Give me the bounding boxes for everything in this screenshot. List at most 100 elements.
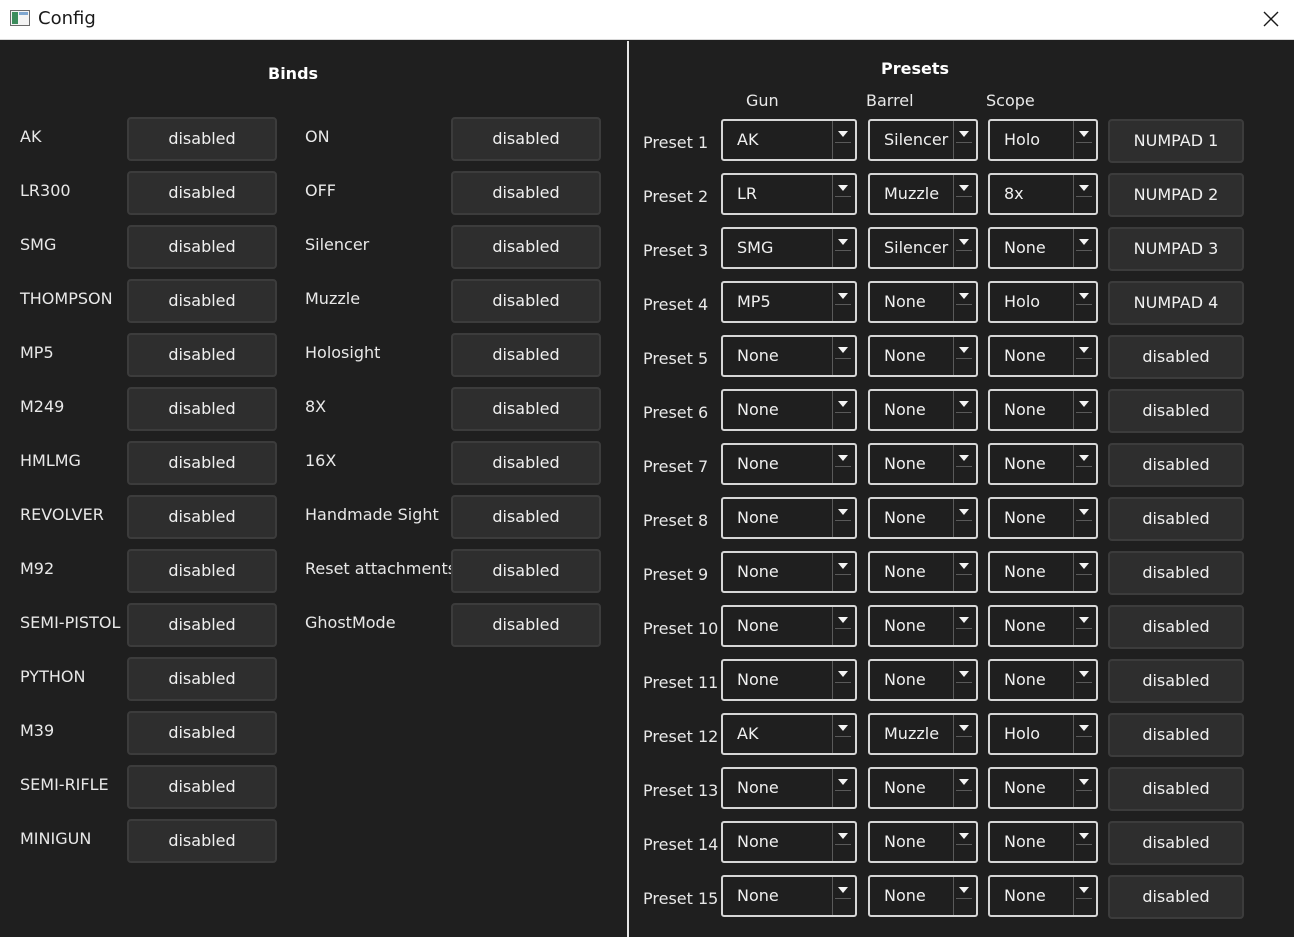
bind-button[interactable]: disabled (451, 117, 601, 161)
scope-dropdown[interactable]: None (988, 227, 1098, 269)
gun-dropdown[interactable]: None (721, 659, 857, 701)
scope-dropdown[interactable]: None (988, 605, 1098, 647)
barrel-dropdown[interactable]: None (868, 443, 978, 485)
scope-dropdown[interactable]: Holo (988, 119, 1098, 161)
bind-button[interactable]: disabled (451, 225, 601, 269)
bind-button[interactable]: disabled (127, 387, 277, 431)
scope-dropdown[interactable]: Holo (988, 281, 1098, 323)
bind-button[interactable]: disabled (451, 171, 601, 215)
barrel-dropdown[interactable]: None (868, 875, 978, 917)
bind-button[interactable]: disabled (127, 117, 277, 161)
dropdown-value: None (884, 508, 926, 527)
gun-dropdown[interactable]: None (721, 605, 857, 647)
gun-dropdown[interactable]: None (721, 443, 857, 485)
barrel-dropdown[interactable]: None (868, 767, 978, 809)
bind-button[interactable]: disabled (127, 279, 277, 323)
barrel-dropdown[interactable]: Muzzle (868, 713, 978, 755)
preset-hotkey-button[interactable]: NUMPAD 2 (1108, 173, 1244, 217)
preset-hotkey-button[interactable]: disabled (1108, 551, 1244, 595)
scope-dropdown[interactable]: None (988, 767, 1098, 809)
barrel-dropdown[interactable]: Silencer (868, 227, 978, 269)
scope-dropdown[interactable]: None (988, 335, 1098, 377)
scope-dropdown[interactable]: None (988, 875, 1098, 917)
preset-hotkey-button[interactable]: disabled (1108, 767, 1244, 811)
bind-button[interactable]: disabled (451, 441, 601, 485)
gun-dropdown[interactable]: SMG (721, 227, 857, 269)
bind-button[interactable]: disabled (127, 495, 277, 539)
barrel-dropdown[interactable]: None (868, 281, 978, 323)
chevron-down-icon (832, 607, 855, 645)
preset-hotkey-button[interactable]: disabled (1108, 335, 1244, 379)
preset-hotkey-button[interactable]: NUMPAD 3 (1108, 227, 1244, 271)
bind-button[interactable]: disabled (451, 279, 601, 323)
scope-dropdown[interactable]: None (988, 497, 1098, 539)
gun-dropdown[interactable]: None (721, 551, 857, 593)
gun-dropdown[interactable]: AK (721, 119, 857, 161)
scope-dropdown[interactable]: None (988, 443, 1098, 485)
bind-button[interactable]: disabled (127, 549, 277, 593)
scope-dropdown[interactable]: None (988, 821, 1098, 863)
bind-button[interactable]: disabled (451, 549, 601, 593)
gun-dropdown[interactable]: None (721, 497, 857, 539)
gun-dropdown[interactable]: None (721, 821, 857, 863)
dropdown-value: None (737, 670, 779, 689)
chevron-down-icon (832, 337, 855, 375)
preset-hotkey-button[interactable]: NUMPAD 1 (1108, 119, 1244, 163)
preset-hotkey-button[interactable]: disabled (1108, 443, 1244, 487)
bind-button[interactable]: disabled (127, 819, 277, 863)
preset-label: Preset 10 (643, 619, 719, 638)
barrel-dropdown[interactable]: None (868, 659, 978, 701)
bind-button[interactable]: disabled (451, 333, 601, 377)
bind-button[interactable]: disabled (127, 657, 277, 701)
preset-hotkey-button[interactable]: disabled (1108, 875, 1244, 919)
barrel-dropdown[interactable]: None (868, 497, 978, 539)
dropdown-value: None (884, 346, 926, 365)
gun-dropdown[interactable]: None (721, 767, 857, 809)
barrel-dropdown[interactable]: None (868, 335, 978, 377)
scope-dropdown[interactable]: 8x (988, 173, 1098, 215)
preset-hotkey-button[interactable]: NUMPAD 4 (1108, 281, 1244, 325)
scope-dropdown[interactable]: Holo (988, 713, 1098, 755)
gun-dropdown[interactable]: MP5 (721, 281, 857, 323)
chevron-down-icon (832, 715, 855, 753)
bind-button[interactable]: disabled (127, 333, 277, 377)
bind-button[interactable]: disabled (127, 765, 277, 809)
preset-hotkey-button[interactable]: disabled (1108, 605, 1244, 649)
preset-hotkey-button[interactable]: disabled (1108, 497, 1244, 541)
gun-dropdown[interactable]: None (721, 875, 857, 917)
preset-hotkey-button[interactable]: disabled (1108, 389, 1244, 433)
gun-dropdown[interactable]: None (721, 389, 857, 431)
chevron-down-icon (1073, 607, 1096, 645)
preset-label: Preset 4 (643, 295, 709, 314)
scope-dropdown[interactable]: None (988, 659, 1098, 701)
scope-dropdown[interactable]: None (988, 389, 1098, 431)
bind-button[interactable]: disabled (127, 225, 277, 269)
bind-button[interactable]: disabled (451, 387, 601, 431)
bind-button[interactable]: disabled (451, 495, 601, 539)
gun-dropdown[interactable]: None (721, 335, 857, 377)
chevron-down-icon (953, 391, 976, 429)
bind-button[interactable]: disabled (127, 171, 277, 215)
preset-hotkey-button[interactable]: disabled (1108, 821, 1244, 865)
barrel-dropdown[interactable]: None (868, 605, 978, 647)
barrel-dropdown[interactable]: None (868, 389, 978, 431)
bind-button[interactable]: disabled (451, 603, 601, 647)
bind-button[interactable]: disabled (127, 711, 277, 755)
scope-dropdown[interactable]: None (988, 551, 1098, 593)
preset-hotkey-button[interactable]: disabled (1108, 713, 1244, 757)
preset-hotkey-button[interactable]: disabled (1108, 659, 1244, 703)
bind-button[interactable]: disabled (127, 441, 277, 485)
bind-button[interactable]: disabled (127, 603, 277, 647)
close-button[interactable] (1248, 0, 1294, 40)
dropdown-value: None (1004, 616, 1046, 635)
barrel-dropdown[interactable]: None (868, 821, 978, 863)
barrel-dropdown[interactable]: Muzzle (868, 173, 978, 215)
barrel-dropdown[interactable]: None (868, 551, 978, 593)
barrel-dropdown[interactable]: Silencer (868, 119, 978, 161)
chevron-down-icon (953, 337, 976, 375)
gun-dropdown[interactable]: AK (721, 713, 857, 755)
bind-label: SMG (20, 235, 57, 254)
preset-label: Preset 9 (643, 565, 709, 584)
gun-dropdown[interactable]: LR (721, 173, 857, 215)
chevron-down-icon (1073, 553, 1096, 591)
